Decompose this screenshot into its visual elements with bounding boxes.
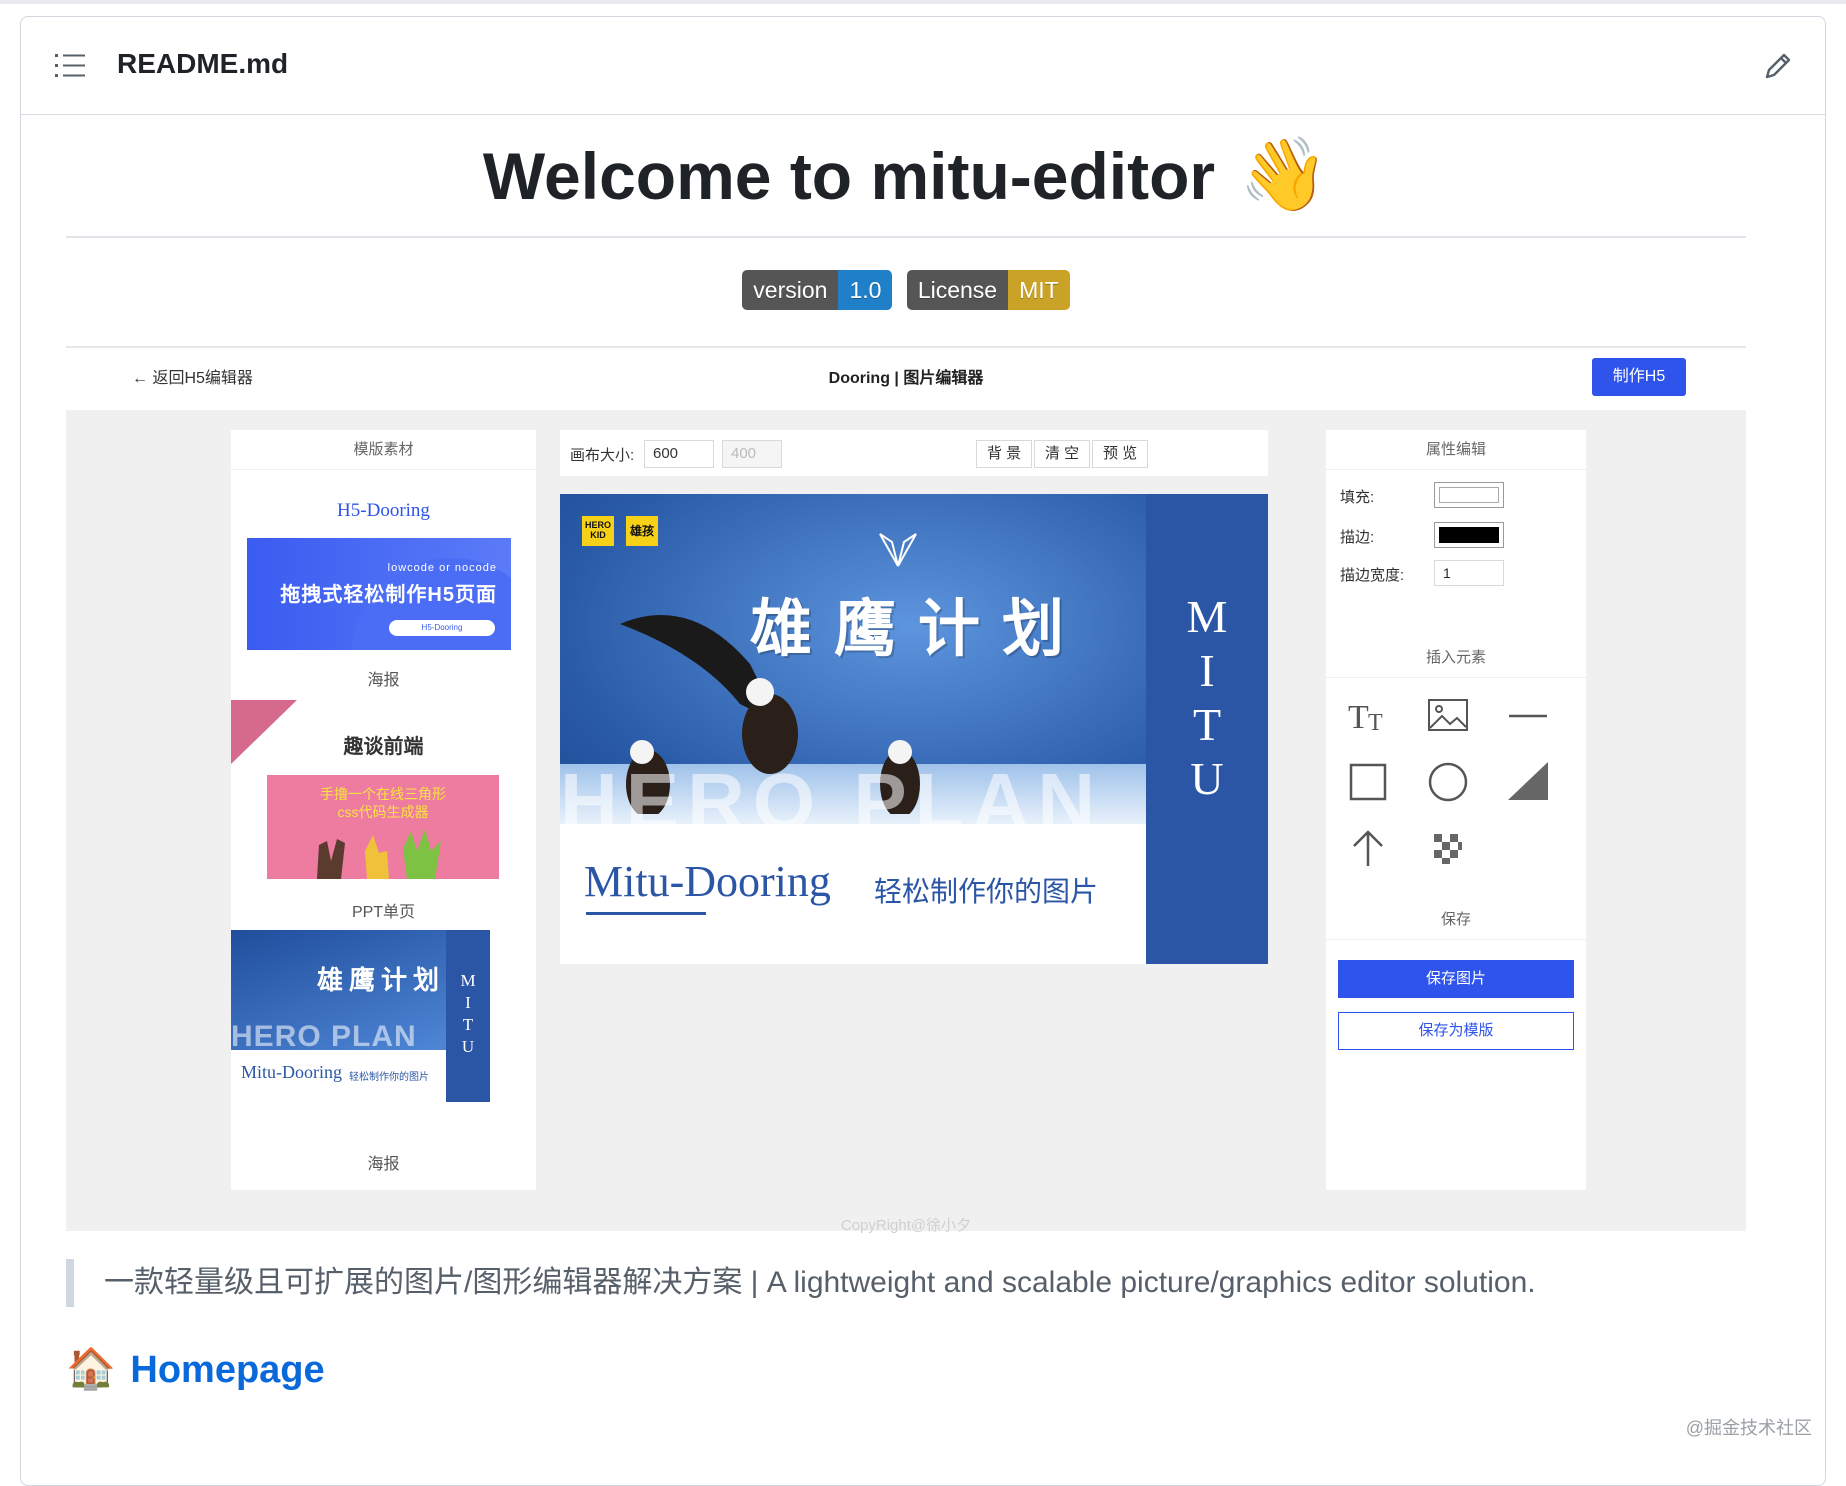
template-2-title: 趣谈前端 bbox=[343, 736, 424, 758]
template-3-label: 海报 bbox=[367, 1156, 400, 1173]
side-letter: U bbox=[1190, 753, 1224, 804]
template-1-big-text: 拖拽式轻松制作H5页面 bbox=[280, 584, 497, 606]
xionghai-logo-icon: 雄孩 bbox=[626, 516, 658, 546]
stroke-width-label: 描边宽度: bbox=[1340, 567, 1405, 584]
text-icon[interactable]: TT bbox=[1346, 694, 1390, 738]
insert-elements-title: 插入元素 bbox=[1326, 646, 1586, 678]
template-panel: 模版素材 H5-Dooring lowcode or nocode 拖拽式轻松制… bbox=[231, 430, 536, 1190]
save-section-title: 保存 bbox=[1326, 908, 1586, 940]
canvas-height-input[interactable]: 400 bbox=[722, 440, 782, 468]
line-icon[interactable] bbox=[1506, 694, 1550, 738]
template-2-text: 手撸一个在线三角形 css代码生成器 bbox=[320, 786, 446, 820]
version-badge-value: 1.0 bbox=[838, 270, 893, 310]
template-1-pill-text: H5-Dooring bbox=[421, 623, 463, 632]
template-1-label: 海报 bbox=[367, 672, 400, 689]
template-1-small-text: lowcode or nocode bbox=[387, 562, 497, 574]
template-2-thumb[interactable]: 手撸一个在线三角形 css代码生成器 bbox=[267, 775, 499, 879]
hero-kid-logo-icon: HERO KID bbox=[582, 516, 614, 546]
wings-emblem-icon bbox=[879, 533, 917, 567]
homepage-heading-text[interactable]: Homepage bbox=[130, 1349, 324, 1391]
badges: version 1.0 License MIT bbox=[66, 270, 1746, 310]
template-3-side-bar: MITU bbox=[446, 930, 490, 1102]
template-panel-title: 模版素材 bbox=[231, 430, 536, 470]
side-letter: T bbox=[1192, 699, 1222, 750]
waving-hand-icon: 👋 bbox=[1239, 135, 1330, 215]
clear-button[interactable]: 清 空 bbox=[1034, 440, 1091, 468]
stroke-width-input[interactable]: 1 bbox=[1434, 560, 1504, 586]
app-topbar: ← 返回H5编辑器 Dooring | 图片编辑器 制作H5 bbox=[66, 348, 1746, 408]
side-letter: I bbox=[1199, 645, 1215, 696]
version-badge-label: version bbox=[742, 270, 839, 310]
template-1-heading: H5-Dooring bbox=[337, 500, 430, 521]
markdown-body: Welcome to mitu-editor 👋 version 1.0 Lic… bbox=[66, 98, 1746, 1395]
mosaic-icon[interactable] bbox=[1426, 826, 1470, 870]
circle-icon[interactable] bbox=[1426, 760, 1470, 804]
app-title: Dooring | 图片编辑器 bbox=[828, 370, 984, 387]
canvas-size-label: 画布大小: bbox=[570, 447, 635, 464]
canvas-hero-plan-watermark: HERO PLAN bbox=[560, 757, 1104, 846]
svg-text:T: T bbox=[1348, 699, 1369, 736]
top-border bbox=[0, 0, 1846, 4]
save-as-template-button[interactable]: 保存为模版 bbox=[1338, 1012, 1574, 1050]
license-badge[interactable]: License MIT bbox=[906, 270, 1070, 310]
image-icon[interactable] bbox=[1426, 694, 1470, 738]
license-badge-label: License bbox=[906, 270, 1009, 310]
template-3-side-letters: MITU bbox=[460, 971, 476, 1056]
fill-color-swatch[interactable] bbox=[1434, 482, 1504, 508]
canvas-tagline: 轻松制作你的图片 bbox=[874, 876, 1099, 907]
triangle-icon[interactable] bbox=[1506, 760, 1550, 804]
properties-panel: 属性编辑 填充: 描边: 描边宽度: 1 插入元素 TT 保存 保存图片 保存为… bbox=[1326, 430, 1586, 1190]
description-blockquote: 一款轻量级且可扩展的图片/图形编辑器解决方案 | A lightweight a… bbox=[66, 1259, 1746, 1307]
stroke-color-swatch[interactable] bbox=[1434, 522, 1504, 548]
readme-title-text: Welcome to mitu-editor bbox=[482, 139, 1216, 213]
fill-label: 填充: bbox=[1340, 489, 1375, 506]
template-3-thumb[interactable]: MITU 雄鹰计划 HERO PLAN Mitu-Dooring 轻松制作你的图… bbox=[231, 930, 536, 1130]
template-1-thumb[interactable]: lowcode or nocode 拖拽式轻松制作H5页面 H5-Dooring bbox=[247, 538, 511, 650]
rectangle-icon[interactable] bbox=[1346, 760, 1390, 804]
homepage-heading[interactable]: 🏠 Homepage bbox=[66, 1343, 1746, 1395]
editor-screenshot: ← 返回H5编辑器 Dooring | 图片编辑器 制作H5 模版素材 H5-D… bbox=[66, 346, 1746, 1234]
readme-title: Welcome to mitu-editor 👋 bbox=[66, 136, 1746, 214]
preview-button[interactable]: 预 览 bbox=[1092, 440, 1149, 468]
template-3-brand: Mitu-Dooring bbox=[241, 1062, 342, 1082]
svg-text:T: T bbox=[1368, 710, 1383, 736]
title-divider bbox=[66, 236, 1746, 238]
stroke-label: 描边: bbox=[1340, 529, 1375, 546]
template-3-headline: 雄鹰计划 bbox=[317, 966, 446, 996]
canvas-side-bar: M I T U bbox=[1146, 494, 1268, 964]
template-1-search-pill: H5-Dooring bbox=[389, 620, 495, 636]
edit-pencil-icon[interactable] bbox=[1761, 49, 1795, 83]
template-3-tagline: 轻松制作你的图片 bbox=[349, 1072, 429, 1083]
license-badge-value: MIT bbox=[1008, 270, 1070, 310]
copyright-text: CopyRight@徐小夕 bbox=[840, 1217, 972, 1234]
canvas-toolbar: 画布大小: 600 400 背 景 清 空 预 览 bbox=[560, 430, 1268, 476]
side-letter: M bbox=[1186, 591, 1228, 642]
template-3-watermark: HERO PLAN bbox=[231, 1020, 417, 1053]
save-image-button[interactable]: 保存图片 bbox=[1338, 960, 1574, 998]
canvas-headline: 雄鹰计划 bbox=[750, 592, 1087, 665]
template-2-label: PPT单页 bbox=[351, 904, 416, 921]
workspace: 模版素材 H5-Dooring lowcode or nocode 拖拽式轻松制… bbox=[66, 410, 1746, 1234]
hands-illustration-icon bbox=[317, 829, 441, 879]
house-icon: 🏠 bbox=[66, 1347, 116, 1391]
editor-canvas[interactable]: HERO PLAN 雄鹰计划 HERO KID 雄孩 M I T U Mitu-… bbox=[560, 494, 1268, 964]
outline-list-icon[interactable] bbox=[53, 51, 87, 81]
arrow-up-icon[interactable] bbox=[1346, 826, 1390, 870]
file-name: README.md bbox=[117, 48, 289, 79]
canvas-side-letters: M I T U bbox=[1146, 494, 1268, 806]
canvas-brand: Mitu-Dooring bbox=[584, 857, 831, 906]
canvas-brand-underline bbox=[586, 912, 706, 915]
properties-panel-title: 属性编辑 bbox=[1326, 430, 1586, 470]
make-h5-button[interactable]: 制作H5 bbox=[1592, 358, 1686, 396]
version-badge[interactable]: version 1.0 bbox=[742, 270, 893, 310]
juejin-watermark: @掘金技术社区 bbox=[1685, 1418, 1812, 1438]
canvas-width-input[interactable]: 600 bbox=[644, 440, 714, 468]
background-button[interactable]: 背 景 bbox=[976, 440, 1033, 468]
